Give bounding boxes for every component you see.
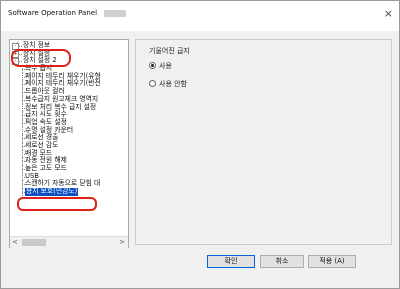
cancel-button[interactable]: 취소 <box>260 255 304 268</box>
radio-do-not-use[interactable]: 사용 안함 <box>149 79 239 89</box>
close-icon[interactable]: × <box>384 7 393 20</box>
scroll-right-icon[interactable]: > <box>119 238 125 246</box>
radio-use[interactable]: 사용 <box>149 61 239 71</box>
title-bar: Software Operation Panel × <box>1 1 399 31</box>
scroll-left-icon[interactable]: < <box>12 238 18 246</box>
blurred-title-text <box>104 10 126 17</box>
tree-horizontal-scrollbar[interactable]: < > <box>10 236 128 248</box>
apply-button[interactable]: 적용 (A) <box>308 255 356 268</box>
skew-feed-label: 기울어진 급지 <box>149 47 190 55</box>
tree-item-label: 용지 보호(민감도) <box>25 187 79 196</box>
radio-do-not-use-label: 사용 안함 <box>159 80 187 88</box>
scroll-thumb[interactable] <box>22 239 46 246</box>
radio-use-label: 사용 <box>159 62 172 70</box>
annotation-ring-device-settings-2 <box>11 49 71 67</box>
radio-indicator-checked[interactable] <box>149 62 156 69</box>
settings-tree[interactable]: - 장치 정보 + 장치 설정 - 장치 설정 2 복수 급지 페이지 테두리 채우기(유형 페… <box>9 39 129 248</box>
annotation-ring-paper-protection <box>17 197 97 211</box>
tree-item[interactable]: 용지 보호(민감도) <box>10 187 128 196</box>
ok-button[interactable]: 확인 <box>207 255 255 268</box>
software-operation-panel-window: Software Operation Panel × - 장치 정보 + 장치 설정 -… <box>0 0 400 289</box>
window-title: Software Operation Panel <box>8 9 98 17</box>
radio-indicator-unchecked[interactable] <box>149 80 156 87</box>
